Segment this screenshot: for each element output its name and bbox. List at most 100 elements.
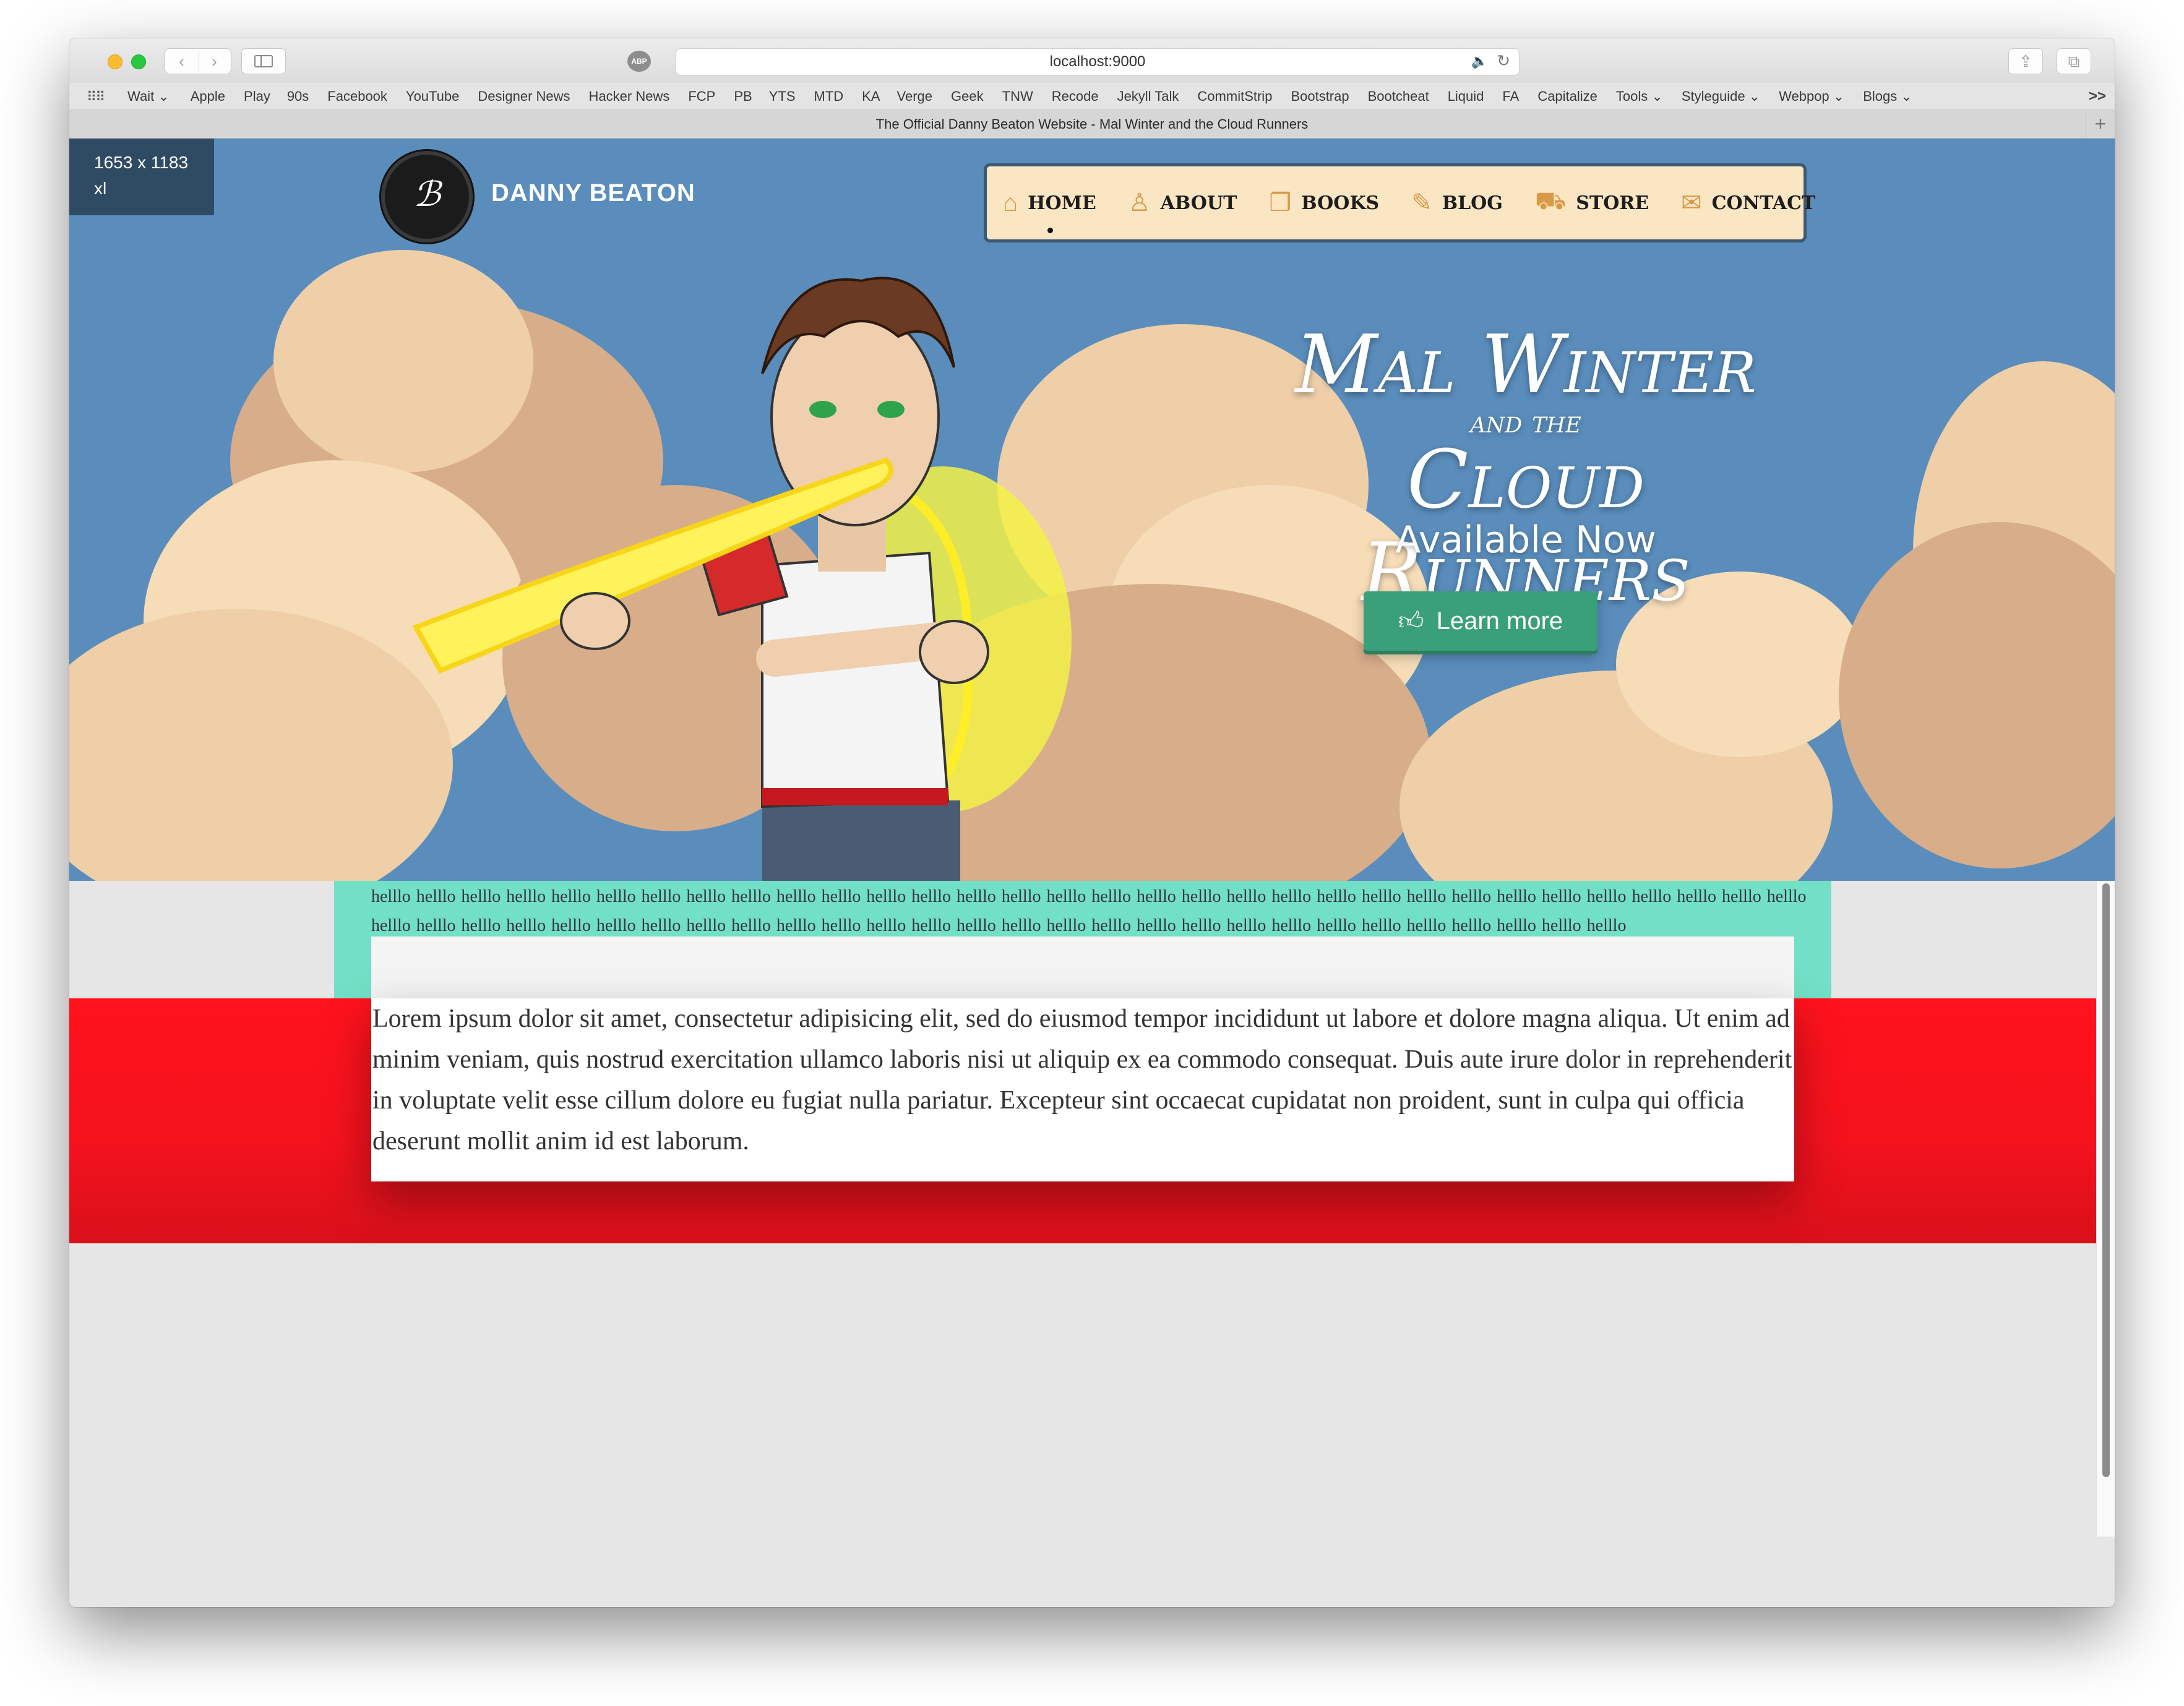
history-nav: ‹ › bbox=[165, 48, 231, 74]
forward-icon[interactable]: › bbox=[198, 49, 231, 74]
browser-toolbar: ‹ › ABP localhost:9000 🔈 ↻ ⇪ ⧉ bbox=[69, 38, 2115, 1160]
nav-home[interactable]: ⌂ HOME bbox=[1003, 189, 1096, 233]
hero-character-illustration bbox=[412, 276, 1072, 881]
cart-icon: ⛟ bbox=[1534, 187, 1567, 215]
bookmark-item[interactable]: Verge bbox=[897, 88, 933, 105]
bookmark-item[interactable]: Designer News bbox=[478, 88, 570, 105]
apps-grid-icon[interactable]: ⠿⠿ bbox=[87, 89, 105, 105]
bookmarks-overflow-button[interactable]: >> bbox=[2089, 88, 2106, 105]
bookmark-item[interactable]: Blogs ⌄ bbox=[1863, 88, 1912, 105]
pen-icon: ✎ bbox=[1411, 189, 1432, 216]
tabs-overview-icon: ⧉ bbox=[2068, 52, 2080, 71]
learn-more-label: Learn more bbox=[1436, 607, 1563, 635]
jeans bbox=[762, 800, 960, 881]
hello-placeholder-text: helllo helllo helllo helllo helllo helll… bbox=[371, 887, 1807, 935]
bookmarks-bar: ⠿⠿ Wait ⌄ Apple Play 90s Facebook YouTube Desi… bbox=[69, 83, 2115, 110]
bookmark-item[interactable]: KA bbox=[862, 88, 880, 105]
nav-about[interactable]: ♙ ABOUT bbox=[1129, 189, 1237, 217]
bookmark-list: Wait ⌄ Apple Play 90s Facebook YouTube Designe… bbox=[127, 83, 1912, 110]
bookmark-item[interactable]: CommitStrip bbox=[1197, 88, 1272, 105]
nav-blog[interactable]: ✎ BLOG bbox=[1411, 189, 1503, 217]
fullscreen-window-button[interactable] bbox=[131, 54, 146, 69]
nav-contact[interactable]: ✉ CONTACT bbox=[1681, 189, 1815, 217]
nav-store[interactable]: ⛟ STORE bbox=[1535, 187, 1649, 218]
minimize-window-button[interactable] bbox=[108, 54, 123, 69]
back-icon[interactable]: ‹ bbox=[165, 49, 198, 74]
sidebar-icon bbox=[254, 55, 273, 67]
shirt-hem bbox=[762, 788, 948, 805]
content-card: Lorem ipsum dolor sit amet, consectetur … bbox=[371, 998, 1794, 1181]
bookmark-item[interactable]: Styleguide ⌄ bbox=[1682, 88, 1760, 105]
tab-bar: The Official Danny Beaton Website - Mal … bbox=[69, 110, 2115, 139]
bookmark-item[interactable]: PB bbox=[734, 88, 752, 105]
nav-label: STORE bbox=[1576, 192, 1649, 214]
site-logo[interactable]: ℬ bbox=[381, 151, 473, 242]
signature-logo-icon: ℬ bbox=[413, 174, 441, 215]
viewport-dimensions: 1653 x 1183 bbox=[94, 153, 189, 172]
home-icon: ⌂ bbox=[1003, 189, 1018, 216]
fist bbox=[919, 620, 989, 684]
sidebar-toggle-button[interactable] bbox=[241, 48, 286, 74]
bookmark-item[interactable]: FA bbox=[1502, 88, 1519, 105]
bookmark-item[interactable]: MTD bbox=[814, 88, 844, 105]
site-brand-name[interactable]: DANNY BEATON bbox=[491, 179, 695, 207]
address-bar[interactable]: localhost:9000 🔈 ↻ bbox=[676, 48, 1520, 75]
page-scrollbar[interactable] bbox=[2096, 881, 2115, 1537]
bookmark-item[interactable]: Facebook bbox=[327, 88, 387, 105]
nav-label: CONTACT bbox=[1711, 192, 1816, 214]
url-text: localhost:9000 bbox=[1049, 53, 1146, 70]
bookmark-item[interactable]: Geek bbox=[951, 88, 984, 105]
breakpoint-label: xl bbox=[94, 179, 107, 198]
hero-banner: Mal Winter and the Cloud Runners Availab… bbox=[69, 139, 2115, 881]
main-navigation: ⌂ HOME ♙ ABOUT ❐ BOOKS ✎ BLOG ⛟ STORE ✉ … bbox=[984, 163, 1815, 242]
bookmark-item[interactable]: Wait ⌄ bbox=[127, 88, 170, 105]
learn-more-button[interactable]: 👍︎ Learn more bbox=[1364, 591, 1597, 651]
lorem-paragraph: Lorem ipsum dolor sit amet, consectetur … bbox=[372, 1005, 1792, 1155]
bookmark-item[interactable]: FCP bbox=[688, 88, 715, 105]
page-viewport: Mal Winter and the Cloud Runners Availab… bbox=[69, 139, 2115, 1607]
nav-label: BOOKS bbox=[1301, 192, 1380, 214]
new-tab-button[interactable]: + bbox=[2086, 110, 2115, 139]
bookmark-item[interactable]: YouTube bbox=[406, 88, 459, 105]
active-tab-title[interactable]: The Official Danny Beaton Website - Mal … bbox=[69, 110, 2115, 139]
sword-hand bbox=[560, 592, 630, 650]
scrollbar-thumb[interactable] bbox=[2102, 883, 2110, 1477]
bookmark-item[interactable]: Webpop ⌄ bbox=[1779, 88, 1844, 105]
viewport-size-badge: 1653 x 1183 xl bbox=[69, 139, 214, 215]
book-title: Mal Winter and the Cloud Runners bbox=[1247, 318, 1804, 619]
browser-window: ‹ › ABP localhost:9000 🔈 ↻ ⇪ ⧉ ⠿⠿ Wait ⌄ A… bbox=[69, 38, 2115, 1607]
nav-books[interactable]: ❐ BOOKS bbox=[1269, 189, 1379, 217]
bookmark-item[interactable]: Liquid bbox=[1448, 88, 1484, 105]
audio-playing-icon[interactable]: 🔈 bbox=[1471, 53, 1488, 69]
nav-label: HOME bbox=[1028, 192, 1096, 214]
bookmark-item[interactable]: 90s bbox=[287, 88, 309, 105]
bookmark-item[interactable]: Apple bbox=[191, 88, 225, 105]
share-icon: ⇪ bbox=[2019, 52, 2032, 71]
book-icon: ❐ bbox=[1269, 189, 1292, 216]
bookmark-item[interactable]: Capitalize bbox=[1537, 88, 1597, 105]
reload-icon[interactable]: ↻ bbox=[1497, 51, 1510, 71]
show-tabs-button[interactable]: ⧉ bbox=[2057, 48, 2091, 74]
left-eye bbox=[809, 401, 836, 418]
bookmark-item[interactable]: TNW bbox=[1002, 88, 1033, 105]
bookmark-item[interactable]: Tools ⌄ bbox=[1616, 88, 1663, 105]
bookmark-item[interactable]: Bootstrap bbox=[1291, 88, 1349, 105]
right-eye bbox=[877, 401, 905, 418]
gray-spacer-block bbox=[371, 937, 1794, 998]
share-button[interactable]: ⇪ bbox=[2008, 48, 2043, 74]
envelope-icon: ✉ bbox=[1681, 189, 1702, 216]
person-icon: ♙ bbox=[1128, 189, 1151, 216]
availability-subtitle: Available Now bbox=[1395, 518, 1656, 562]
nav-label: ABOUT bbox=[1160, 192, 1237, 214]
t-shirt bbox=[761, 551, 950, 808]
bookmark-item[interactable]: Recode bbox=[1052, 88, 1099, 105]
bookmark-item[interactable]: YTS bbox=[769, 88, 796, 105]
nav-label: BLOG bbox=[1442, 192, 1503, 214]
bookmark-item[interactable]: Hacker News bbox=[589, 88, 670, 105]
title-line-1: Mal Winter bbox=[1295, 317, 1756, 411]
adblock-plus-icon[interactable]: ABP bbox=[627, 51, 651, 72]
bookmark-item[interactable]: Jekyll Talk bbox=[1117, 88, 1179, 105]
bookmark-item[interactable]: Play bbox=[244, 88, 270, 105]
bookmark-item[interactable]: Bootcheat bbox=[1368, 88, 1429, 105]
plus-icon: + bbox=[2094, 113, 2107, 135]
